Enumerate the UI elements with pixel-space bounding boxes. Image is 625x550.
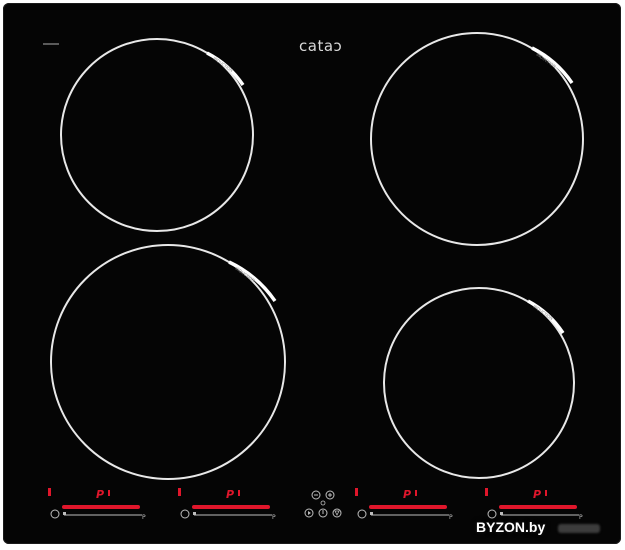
zone-indicator-led [48,488,51,496]
power-slider-fill[interactable] [499,505,577,509]
watermark-tail [558,524,600,533]
power-level-display: P [96,488,104,501]
cooking-zone-rear-right[interactable]: INDUCTION [370,32,584,246]
display-dot [108,490,110,496]
zone-indicator-led [485,488,488,496]
timer-icon[interactable] [487,509,497,519]
cooking-zone-rear-left[interactable]: INDUCTION [60,38,254,232]
power-slider-fill[interactable] [369,505,447,509]
cooktop-surface: INDUCTION INDUCTION INDUCTION INDUCTION … [48,32,584,521]
timer-icon[interactable] [357,509,367,519]
zone-label-small: INDUCTION [532,304,554,321]
zone-control-panel-3[interactable]: P P [355,488,453,521]
zone-control-panel-1[interactable]: P P [48,488,146,521]
slider-end-label: P [142,514,146,521]
zone-select-icon[interactable] [370,512,373,515]
zone-select-icon[interactable] [63,512,66,515]
zone-control-panel-2[interactable]: P P [178,488,276,521]
power-level-display: P [533,488,541,501]
lock-glyph [334,510,340,516]
power-level-display: P [403,488,411,501]
display-dot [238,490,240,496]
zone-highlight-arc [206,51,245,86]
zone-label-small: INDUCTION [234,266,256,283]
power-level-display: P [226,488,234,501]
center-controls [304,490,342,518]
site-watermark: BYZON.by [476,519,546,535]
play-glyph [308,511,311,515]
slider-end-label: P [272,514,276,521]
slider-end-label: P [579,514,583,521]
timer-icon[interactable] [50,509,60,519]
zone-label-small: INDUCTION [212,56,234,73]
cooking-zone-front-right[interactable]: INDUCTION [383,287,575,479]
zone-select-icon[interactable] [500,512,503,515]
power-slider-fill[interactable] [192,505,270,509]
display-dot [545,490,547,496]
zone-control-panel-4[interactable]: P P [485,488,583,521]
power-slider-fill[interactable] [62,505,140,509]
timer-icon[interactable] [180,509,190,519]
zone-indicator-led [355,488,358,496]
zone-indicator-led [178,488,181,496]
slider-end-label: P [449,514,453,521]
display-dot [415,490,417,496]
induction-hob: cataↄ INDUCTION INDUCTION INDUCTION INDU… [3,3,621,544]
zone-select-icon[interactable] [193,512,196,515]
cooking-zone-front-left[interactable]: INDUCTION [50,244,286,480]
status-led-icon [320,500,326,506]
